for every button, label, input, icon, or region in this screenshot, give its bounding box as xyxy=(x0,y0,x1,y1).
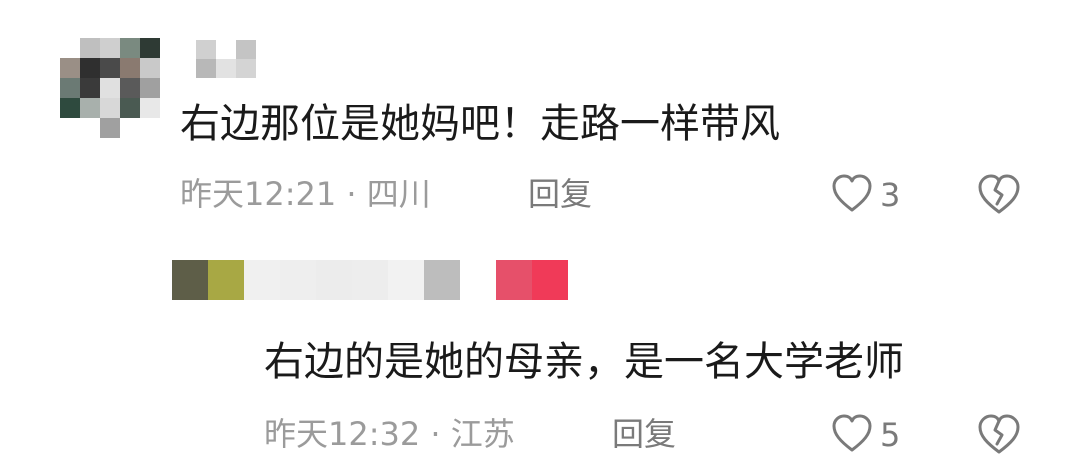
like-button[interactable]: 5 xyxy=(830,412,900,458)
comment-timestamp-location: 昨天12:21 · 四川 xyxy=(180,175,431,213)
like-count: 5 xyxy=(880,416,901,454)
comment-timestamp-location: 昨天12:32 · 江苏 xyxy=(264,415,515,453)
heart-outline-icon xyxy=(830,172,874,218)
broken-heart-icon[interactable] xyxy=(976,172,1022,216)
like-count: 3 xyxy=(880,176,901,214)
reply-button[interactable]: 回复 xyxy=(612,418,676,450)
like-button[interactable]: 3 xyxy=(830,172,900,218)
comment-text[interactable]: 右边的是她的母亲，是一名大学老师 xyxy=(264,342,904,382)
reply-button[interactable]: 回复 xyxy=(528,178,592,210)
username[interactable] xyxy=(172,260,604,300)
username[interactable] xyxy=(196,40,256,78)
avatar[interactable] xyxy=(60,38,160,138)
heart-outline-icon xyxy=(830,412,874,458)
broken-heart-icon[interactable] xyxy=(976,412,1022,456)
comment-text[interactable]: 右边那位是她妈吧！走路一样带风 xyxy=(180,104,780,144)
